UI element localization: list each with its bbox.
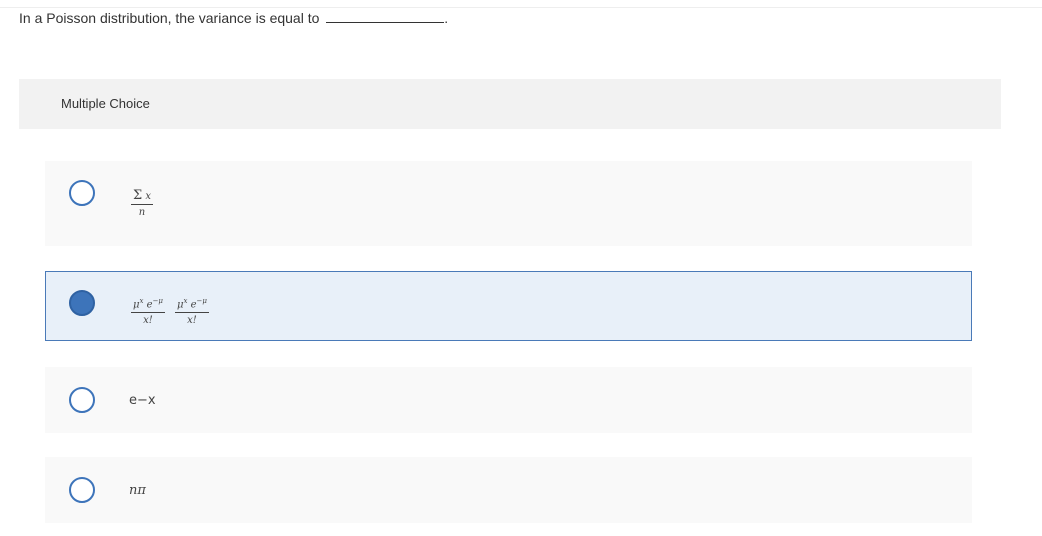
fraction-denominator: x! [143,315,153,327]
superscript-x: x [139,297,144,305]
radio-button-c[interactable] [69,387,95,413]
panel-header: Multiple Choice [19,79,1001,129]
fraction-1: μx e−μ x! [131,296,165,326]
fraction-denominator: n [138,207,146,218]
choice-option-a[interactable]: Σ x n [45,161,972,246]
fraction-denominator: x! [187,315,197,327]
choice-option-d[interactable]: nπ [45,457,972,523]
question-stem: In a Poisson distribution, the variance … [19,8,448,27]
sigma-symbol: Σ [133,188,143,203]
fraction-2: μx e−μ x! [174,296,209,327]
choice-a-formula: Σ x n [131,188,163,218]
radio-button-d[interactable] [69,477,95,503]
multiple-choice-panel: Multiple Choice Σ x n μx e−μ x! μx e−μ x… [19,79,1001,523]
choice-option-c[interactable]: e−x [45,367,972,433]
fraction-numerator: Σ x [131,188,154,205]
choice-b-formula: μx e−μ x! μx e−μ x! [131,296,219,326]
fraction-numerator: μx e−μ [131,296,165,314]
top-divider [0,0,1042,8]
question-period: . [444,10,449,26]
variable-x: x [145,191,152,202]
choice-option-b[interactable]: μx e−μ x! μx e−μ x! [45,271,972,341]
question-type-label: Multiple Choice [61,96,150,111]
superscript-neg-mu: −μ [196,297,207,305]
radio-button-a[interactable] [69,180,95,206]
choice-d-text: nπ [129,483,146,498]
superscript-x: x [183,297,188,305]
superscript-neg-mu: −μ [152,297,163,305]
fraction: Σ x n [131,188,154,218]
radio-button-b[interactable] [69,290,95,316]
answer-blank [326,8,445,23]
fraction-numerator: μx e−μ [174,296,209,314]
question-text: In a Poisson distribution, the variance … [19,10,320,26]
choice-c-text: e−x [129,393,156,408]
